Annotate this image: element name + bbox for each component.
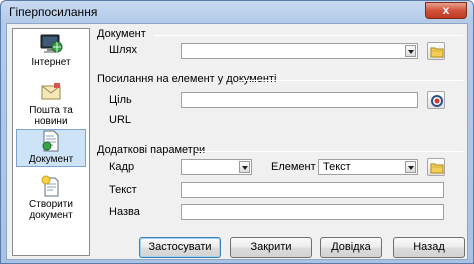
hyperlink-dialog: Гіперпосилання x Інтернет Пошта та новин… — [0, 0, 474, 264]
document-icon — [39, 130, 63, 152]
form-select[interactable]: Текст — [318, 159, 418, 175]
sidebar-item-internet[interactable]: Інтернет — [16, 33, 86, 73]
dialog-title: Гіперпосилання — [9, 5, 98, 19]
url-label: URL — [109, 114, 132, 126]
section-divider — [197, 151, 463, 152]
extra-section-title: Додаткові параметри — [97, 144, 206, 156]
sidebar-item-label: Створити документ — [29, 199, 73, 221]
close-window-button[interactable]: x — [425, 2, 467, 19]
section-divider — [154, 35, 463, 36]
sidebar-item-mail-news[interactable]: Пошта та новини — [16, 81, 86, 127]
sidebar-item-document[interactable]: Документ — [16, 129, 86, 167]
form-value: Текст — [323, 161, 351, 173]
sidebar-item-label: Документ — [28, 154, 74, 165]
folder-icon — [430, 163, 444, 174]
help-button[interactable]: Довідка — [320, 237, 382, 258]
apply-button[interactable]: Застосувати — [139, 237, 221, 258]
frame-label: Кадр — [109, 161, 135, 173]
path-label: Шлях — [109, 44, 137, 56]
sidebar-item-new-document[interactable]: Створити документ — [16, 175, 86, 221]
chevron-down-icon[interactable] — [405, 45, 416, 57]
text-label: Текст — [109, 184, 137, 196]
chevron-down-icon[interactable] — [405, 161, 416, 173]
target-icon — [431, 95, 443, 107]
target-label: Ціль — [109, 94, 132, 106]
name-label: Назва — [109, 206, 140, 218]
new-document-icon — [39, 175, 63, 197]
name-input[interactable] — [181, 204, 444, 220]
form-label: Елемент — [271, 161, 316, 173]
globe-monitor-icon — [39, 33, 63, 55]
section-divider — [239, 80, 463, 81]
mail-icon — [39, 81, 63, 103]
path-combobox[interactable] — [181, 43, 418, 59]
back-button[interactable]: Назад — [393, 237, 465, 258]
sidebar-item-label: Пошта та новини — [29, 105, 73, 127]
chevron-down-icon[interactable] — [239, 161, 250, 173]
target-in-document-button[interactable] — [427, 91, 445, 109]
open-file-button[interactable] — [427, 42, 445, 60]
document-section-title: Документ — [97, 28, 146, 40]
close-button[interactable]: Закрити — [230, 237, 312, 258]
frame-combobox[interactable] — [181, 159, 252, 175]
events-button[interactable] — [427, 158, 445, 176]
folder-icon — [430, 47, 444, 58]
dialog-body: Інтернет Пошта та новини Документ Створи… — [6, 23, 468, 260]
sidebar-item-label: Інтернет — [31, 57, 71, 68]
text-input[interactable] — [181, 182, 444, 198]
hyperlink-type-panel: Інтернет Пошта та новини Документ Створи… — [12, 28, 90, 256]
title-bar[interactable]: Гіперпосилання x — [1, 1, 473, 23]
target-input[interactable] — [181, 92, 418, 108]
target-section-title: Посилання на елемент у документі — [97, 73, 277, 85]
